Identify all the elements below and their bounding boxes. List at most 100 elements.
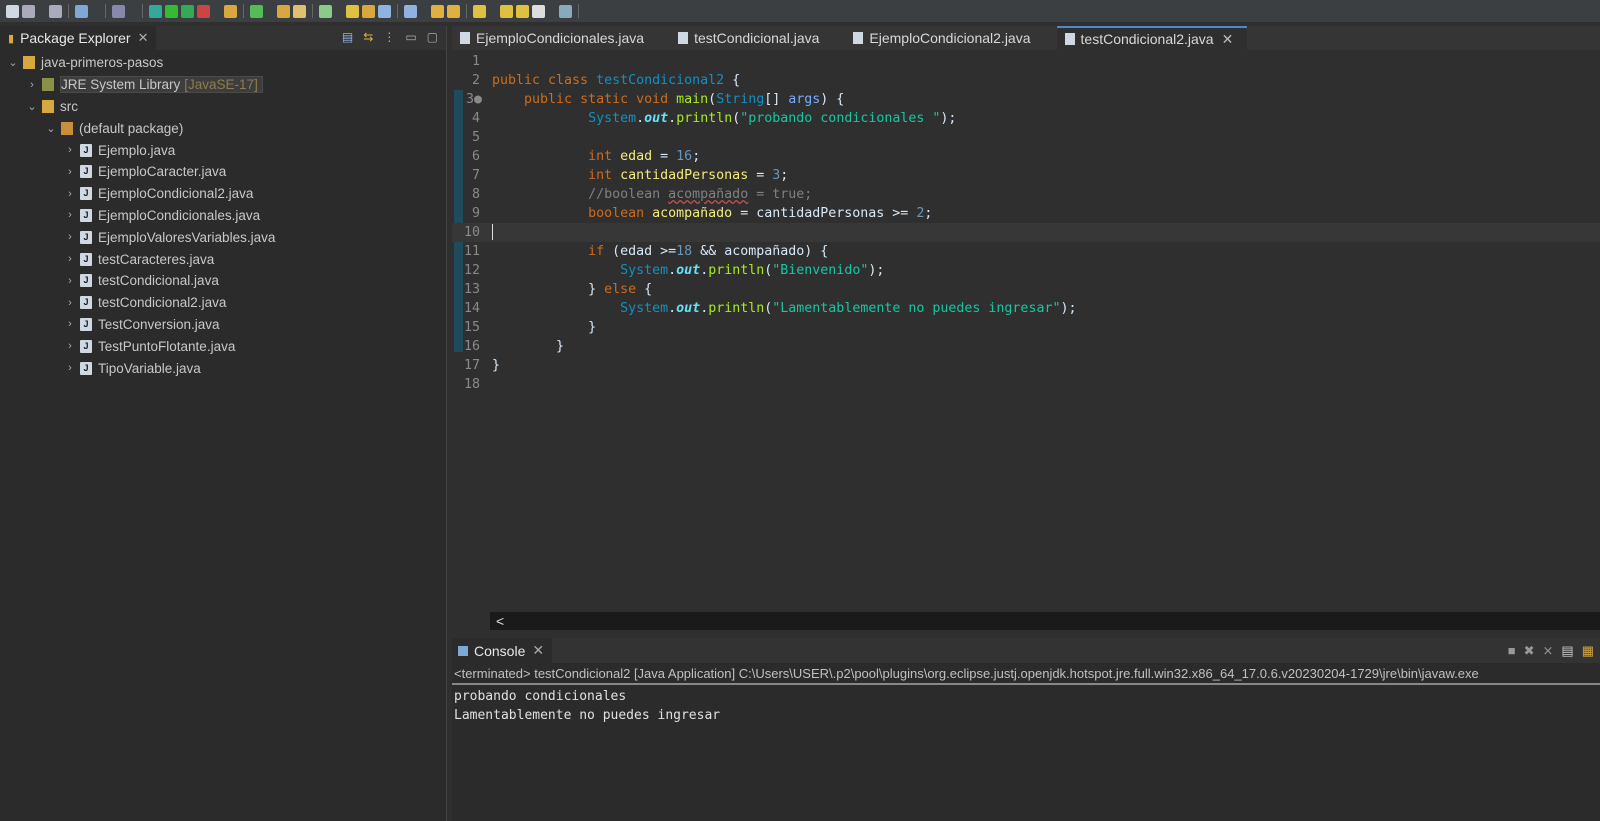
tree-item[interactable]: › JtestCondicional.java: [0, 270, 446, 292]
tree-item[interactable]: › J TestPuntoFlotante.java: [0, 335, 446, 357]
scroll-lock-icon[interactable]: ▦: [1582, 643, 1594, 659]
code-token: "probando condicionales ": [740, 111, 941, 126]
close-icon[interactable]: ✕: [138, 30, 149, 46]
editor-tab[interactable]: EjemploCondicionales.java: [452, 26, 658, 50]
save-all-icon[interactable]: [49, 4, 62, 18]
new-icon[interactable]: [6, 4, 19, 18]
code-token: []: [764, 92, 789, 107]
horizontal-scrollbar[interactable]: <: [490, 612, 1600, 630]
run-icon[interactable]: [165, 4, 178, 18]
chevron-down-icon[interactable]: ⌄: [25, 100, 39, 113]
editor-tab[interactable]: testCondicional2.java ✕: [1056, 26, 1248, 50]
console-output[interactable]: probando condicionales Lamentablemente no…: [452, 685, 1600, 725]
editor-tab[interactable]: testCondicional.java: [670, 26, 833, 50]
code-area[interactable]: 1 2 public class testCondicional2 {3● publ…: [452, 52, 1600, 394]
paragraph-icon[interactable]: [404, 4, 417, 18]
tree-item[interactable]: › J EjemploValoresVariables.java: [0, 226, 446, 248]
console-tab[interactable]: Console ✕: [452, 638, 553, 663]
chevron-right-icon[interactable]: ›: [63, 318, 77, 330]
forward-icon[interactable]: [500, 4, 513, 18]
prev-annotation-icon[interactable]: [447, 4, 460, 18]
chevron-down-icon[interactable]: ⌄: [44, 122, 58, 135]
chevron-right-icon[interactable]: ›: [63, 340, 77, 352]
show-whitespace-icon[interactable]: [378, 4, 391, 18]
tree-item-label-wrap: testCondicional.java: [98, 273, 219, 288]
close-icon[interactable]: ✕: [532, 642, 544, 659]
tree-item[interactable]: › J EjemploCondicionales.java: [0, 205, 446, 227]
editor-tab-label: testCondicional.java: [694, 30, 820, 46]
chevron-right-icon[interactable]: ›: [63, 297, 77, 309]
tree-item-suffix: [JavaSE-17]: [184, 77, 258, 93]
new-class-icon[interactable]: [250, 4, 263, 18]
code-token: .: [700, 301, 709, 316]
nav-back-icon[interactable]: [516, 4, 529, 18]
minimize-icon[interactable]: ▭: [405, 30, 416, 44]
code-line: 7 int cantidadPersonas = 3;: [452, 166, 1600, 185]
package-explorer-tab[interactable]: ▮ Package Explorer ✕: [0, 26, 157, 50]
tree-item[interactable]: › J TestConversion.java: [0, 314, 446, 336]
open-folder-icon[interactable]: [277, 4, 290, 18]
search-icon[interactable]: [112, 4, 125, 18]
highlight-icon[interactable]: [346, 4, 359, 18]
tree-item[interactable]: › JtestCondicional2.java: [0, 292, 446, 314]
close-icon[interactable]: ✕: [1222, 31, 1234, 48]
chevron-right-icon[interactable]: ›: [63, 144, 77, 156]
chevron-right-icon[interactable]: ›: [63, 166, 77, 178]
chevron-right-icon[interactable]: ›: [63, 253, 77, 265]
scroll-left-button[interactable]: <: [496, 613, 504, 629]
tree-item[interactable]: › JtestCaracteres.java: [0, 248, 446, 270]
code-token: );: [868, 263, 885, 278]
next-annotation-icon[interactable]: [431, 4, 444, 18]
tree-item[interactable]: › J TipoVariable.java: [0, 357, 446, 379]
console-icon[interactable]: [75, 4, 88, 18]
chevron-right-icon[interactable]: ›: [63, 209, 77, 221]
tree-item[interactable]: › JRE System Library [JavaSE-17]: [0, 74, 446, 96]
tree-item-label-wrap: Ejemplo.java: [98, 143, 175, 158]
collapse-all-icon[interactable]: ▤: [342, 30, 353, 44]
tree-item[interactable]: ⌄ src: [0, 96, 446, 118]
chevron-right-icon[interactable]: ›: [63, 362, 77, 374]
code-line: 2 public class testCondicional2 {: [452, 71, 1600, 90]
chevron-right-icon[interactable]: ›: [25, 79, 39, 91]
view-menu-icon[interactable]: ⋮: [383, 30, 395, 44]
task-icon[interactable]: [319, 4, 332, 18]
coverage-icon[interactable]: [197, 4, 210, 18]
annotation-icon[interactable]: [362, 4, 375, 18]
tree-item[interactable]: › J EjemploCondicional2.java: [0, 183, 446, 205]
remove-launch-icon[interactable]: ✖: [1524, 643, 1535, 659]
code-token: out: [644, 111, 669, 126]
chevron-down-icon[interactable]: ⌄: [6, 56, 20, 69]
code-token: System: [620, 301, 669, 316]
toolbar-separator: [466, 4, 467, 18]
tree-item[interactable]: ⌄ (default package): [0, 117, 446, 139]
chevron-right-icon[interactable]: ›: [63, 275, 77, 287]
line-text: int edad = 16;: [482, 147, 700, 166]
maximize-icon[interactable]: ▢: [427, 30, 438, 44]
nav-forward-icon[interactable]: [532, 4, 545, 18]
open-perspective-icon[interactable]: [559, 4, 572, 18]
tree-item-label: EjemploCondicionales.java: [98, 207, 261, 223]
tree-item[interactable]: › J EjemploCaracter.java: [0, 161, 446, 183]
link-editor-icon[interactable]: ⇆: [363, 30, 373, 44]
tree-item-label: testCondicional2.java: [98, 295, 227, 311]
tree-item-label-wrap: EjemploCondicionales.java: [98, 208, 260, 223]
line-number: 9: [471, 206, 480, 221]
code-token: );: [940, 111, 957, 126]
edit-icon[interactable]: [293, 4, 306, 18]
code-token: .: [668, 111, 677, 126]
run-external-icon[interactable]: [181, 4, 194, 18]
debug-icon[interactable]: [149, 4, 162, 18]
new-package-icon[interactable]: [224, 4, 237, 18]
save-icon[interactable]: [22, 4, 35, 18]
clear-console-icon[interactable]: ▤: [1561, 643, 1573, 659]
back-icon[interactable]: [473, 4, 486, 18]
remove-all-icon[interactable]: ⨯: [1543, 643, 1554, 659]
editor-tab[interactable]: EjemploCondicional2.java: [845, 26, 1044, 50]
tree-item-label: EjemploValoresVariables.java: [98, 229, 276, 245]
terminate-icon[interactable]: ■: [1508, 643, 1516, 659]
tree-item[interactable]: ⌄ java-primeros-pasos: [0, 52, 446, 74]
tree-item[interactable]: › J Ejemplo.java: [0, 139, 446, 161]
chevron-right-icon[interactable]: ›: [63, 231, 77, 243]
chevron-right-icon[interactable]: ›: [63, 188, 77, 200]
